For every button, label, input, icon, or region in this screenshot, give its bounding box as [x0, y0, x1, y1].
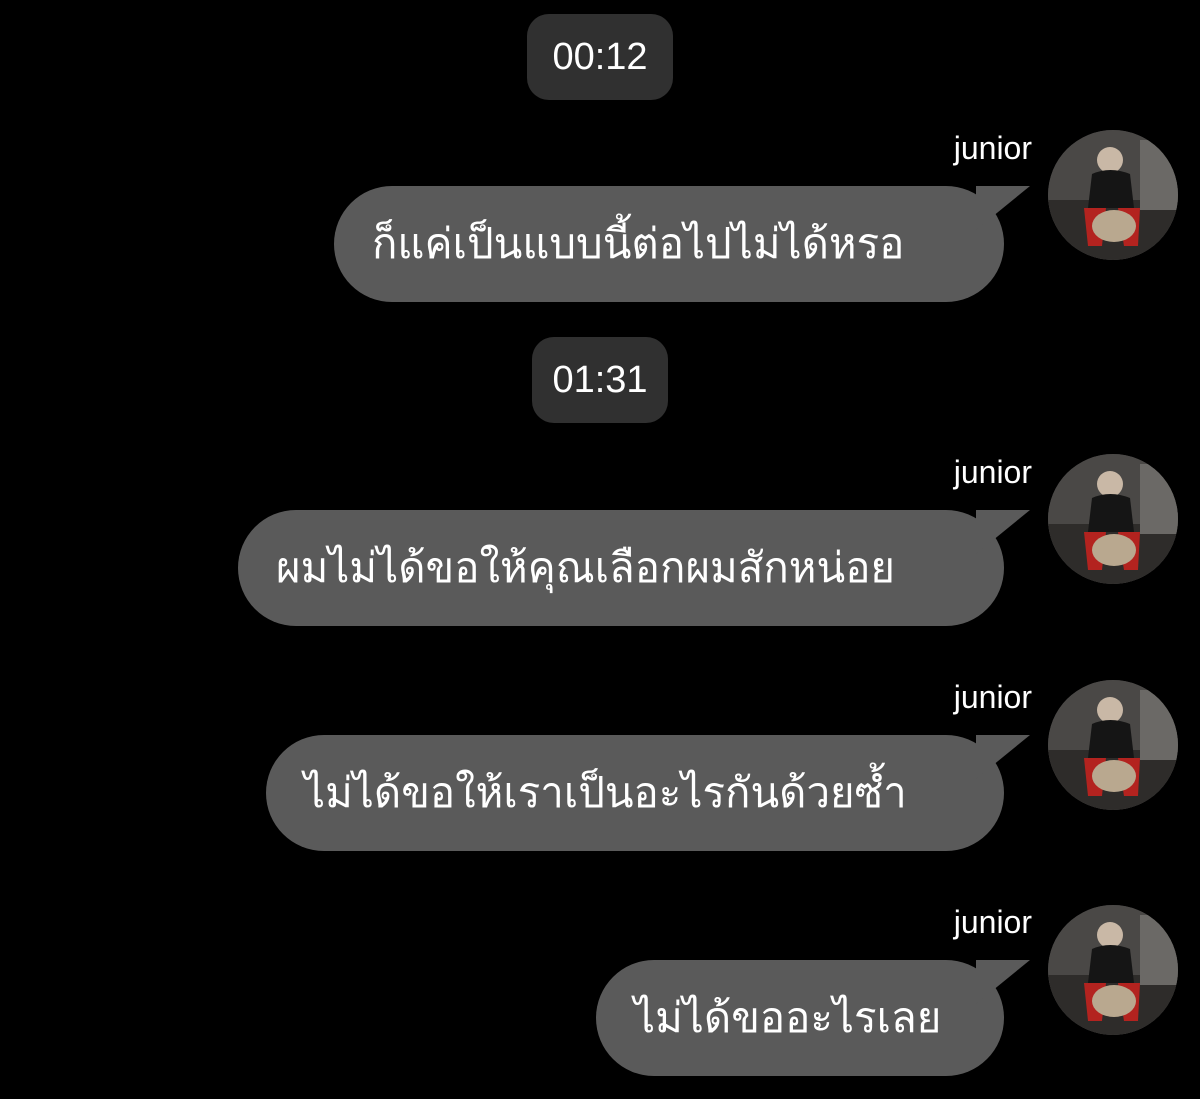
- message-bubble[interactable]: ไม่ได้ขออะไรเลย: [596, 960, 1030, 1076]
- message-bubble[interactable]: ผมไม่ได้ขอให้คุณเลือกผมสักหน่อย: [238, 510, 1030, 626]
- timestamp-pill: 00:12: [527, 14, 673, 100]
- avatar-photo: [1048, 905, 1178, 1035]
- user-avatar-icon[interactable]: [1048, 454, 1178, 584]
- message-text: ก็แค่เป็นแบบนี้ต่อไปไม่ได้หรอ: [372, 219, 905, 268]
- sender-name: junior: [953, 904, 1032, 940]
- message-bubble[interactable]: ก็แค่เป็นแบบนี้ต่อไปไม่ได้หรอ: [334, 186, 1030, 302]
- bubble-tail: [976, 186, 1030, 230]
- user-avatar-icon[interactable]: [1048, 905, 1178, 1035]
- avatar-photo: [1048, 130, 1178, 260]
- sender-name: junior: [953, 679, 1032, 715]
- user-avatar-icon[interactable]: [1048, 680, 1178, 810]
- message-text: ไม่ได้ขออะไรเลย: [634, 993, 942, 1042]
- message-text: ผมไม่ได้ขอให้คุณเลือกผมสักหน่อย: [276, 543, 896, 592]
- user-avatar-icon[interactable]: [1048, 130, 1178, 260]
- chat-thread[interactable]: 00:12 junior ก็แค่เป็นแบบนี้ต่อไปไม่ได้ห…: [0, 0, 1200, 1099]
- bubble-tail: [976, 510, 1030, 554]
- avatar-photo: [1048, 454, 1178, 584]
- sender-name: junior: [953, 454, 1032, 490]
- message-bubble[interactable]: ไม่ได้ขอให้เราเป็นอะไรกันด้วยซ้ำ: [266, 735, 1030, 851]
- message-text: ไม่ได้ขอให้เราเป็นอะไรกันด้วยซ้ำ: [304, 768, 907, 817]
- timestamp-pill: 01:31: [532, 337, 668, 423]
- bubble-tail: [976, 735, 1030, 779]
- bubble-tail: [976, 960, 1030, 1004]
- avatar-photo: [1048, 680, 1178, 810]
- sender-name: junior: [953, 130, 1032, 166]
